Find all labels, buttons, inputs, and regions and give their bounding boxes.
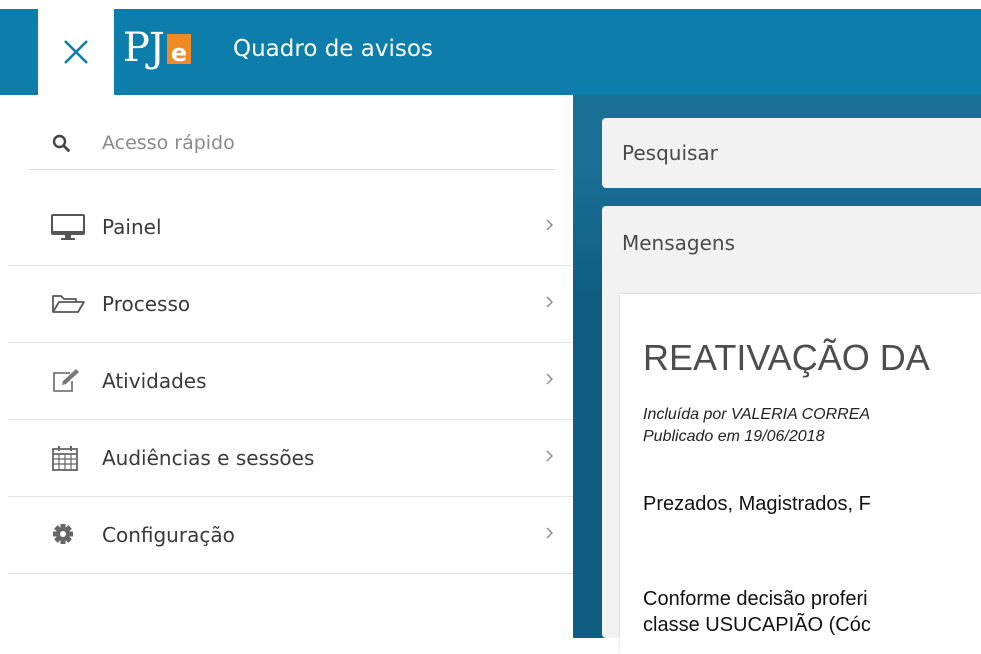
message-card: REATIVAÇÃO DA Incluída por VALERIA CORRE… (620, 294, 981, 654)
chevron-right-icon (546, 219, 553, 231)
sidebar-item-label: Painel (102, 215, 162, 239)
message-line: Conforme decisão proferi (643, 588, 868, 610)
sidebar-item-atividades[interactable]: Atividades (8, 343, 573, 420)
logo-text: PJ (123, 25, 165, 71)
message-date: Publicado em 19/06/2018 (643, 428, 825, 445)
close-icon (64, 40, 88, 64)
search-panel-title: Pesquisar (622, 141, 718, 165)
message-title: REATIVAÇÃO DA (643, 337, 930, 378)
sidebar-item-painel[interactable]: Painel (8, 189, 573, 266)
top-bar: PJ e Quadro de avisos (0, 0, 981, 95)
sidebar-item-label: Configuração (102, 523, 235, 547)
messages-panel-title: Mensagens (622, 231, 736, 255)
messages-panel: Mensagens REATIVAÇÃO DA Incluída por VAL… (602, 206, 981, 654)
message-paragraph: Conforme decisão proferi classe USUCAPIÃ… (643, 586, 871, 638)
sidebar-item-processo[interactable]: Processo (8, 266, 573, 343)
search-icon (52, 134, 70, 152)
sidebar-menu: Painel Processo Atividades (0, 95, 573, 638)
message-paragraph: Prezados, Magistrados, F (643, 493, 871, 515)
search-panel[interactable]: Pesquisar (602, 118, 981, 188)
sidebar-item-label: Audiências e sessões (102, 446, 315, 470)
chevron-right-icon (546, 373, 553, 385)
search-input[interactable] (100, 127, 524, 159)
sidebar-item-label: Atividades (102, 369, 207, 393)
calendar-icon (52, 446, 78, 471)
monitor-icon (51, 214, 85, 240)
sidebar-item-audiencias[interactable]: Audiências e sessões (8, 420, 573, 497)
page-title: Quadro de avisos (233, 36, 433, 62)
message-line: classe USUCAPIÃO (Cóc (643, 614, 871, 636)
sidebar-nav: Painel Processo Atividades Audiências e … (8, 189, 573, 574)
close-menu-button[interactable] (38, 9, 114, 95)
gear-icon (53, 524, 73, 544)
chevron-right-icon (546, 296, 553, 308)
sidebar-item-configuracao[interactable]: Configuração (8, 497, 573, 574)
folder-open-icon (52, 295, 85, 313)
logo-e-badge: e (166, 34, 191, 66)
message-author: Incluída por VALERIA CORREA (643, 406, 871, 423)
chevron-right-icon (546, 527, 553, 539)
sidebar-item-label: Processo (102, 292, 191, 316)
pje-logo[interactable]: PJ e (123, 14, 191, 72)
edit-icon (53, 369, 79, 392)
quick-access-search (30, 115, 554, 170)
chevron-right-icon (546, 450, 553, 462)
message-meta: Incluída por VALERIA CORREA Publicado em… (643, 404, 870, 448)
